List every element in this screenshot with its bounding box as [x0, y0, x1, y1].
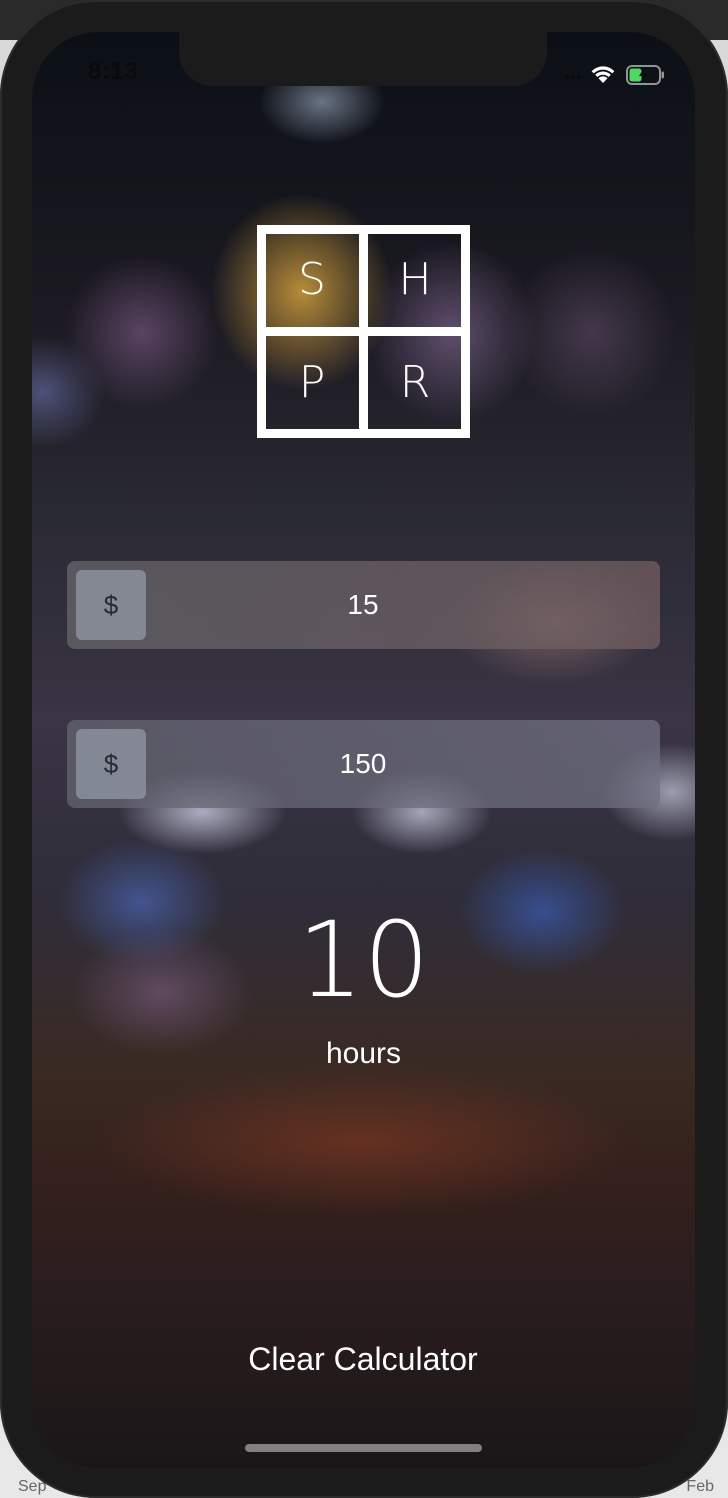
notch: [179, 32, 547, 86]
status-time: 8:13: [88, 58, 139, 85]
battery-charging-icon: [626, 65, 664, 85]
result-unit-label: hours: [325, 1037, 402, 1070]
item-price-field[interactable]: $ 150: [67, 720, 660, 808]
logo-letter-h: H: [398, 254, 432, 305]
wifi-icon: [591, 66, 615, 83]
logo-letter-s: S: [298, 254, 326, 305]
app-screen: 8:13 S H P R $ 15 $ 150 10 hours Clear C…: [32, 32, 695, 1468]
clear-calculator-button[interactable]: Clear Calculator: [213, 1333, 513, 1385]
hourly-wage-input[interactable]: 15: [155, 561, 571, 649]
currency-symbol-badge: $: [76, 729, 146, 799]
home-indicator[interactable]: [245, 1444, 482, 1452]
logo-letter-r: R: [399, 357, 431, 408]
phone-frame: 8:13 S H P R $ 15 $ 150 10 hours Clear C…: [0, 0, 728, 1498]
result-hours-value: 10: [297, 899, 430, 1021]
cellular-signal-icon: [565, 75, 581, 79]
shpr-logo: S H P R: [257, 225, 470, 438]
hourly-wage-field[interactable]: $ 15: [67, 561, 660, 649]
currency-symbol-badge: $: [76, 570, 146, 640]
host-label-right: Feb: [686, 1478, 714, 1495]
item-price-input[interactable]: 150: [155, 720, 571, 808]
logo-letter-p: P: [298, 357, 326, 408]
